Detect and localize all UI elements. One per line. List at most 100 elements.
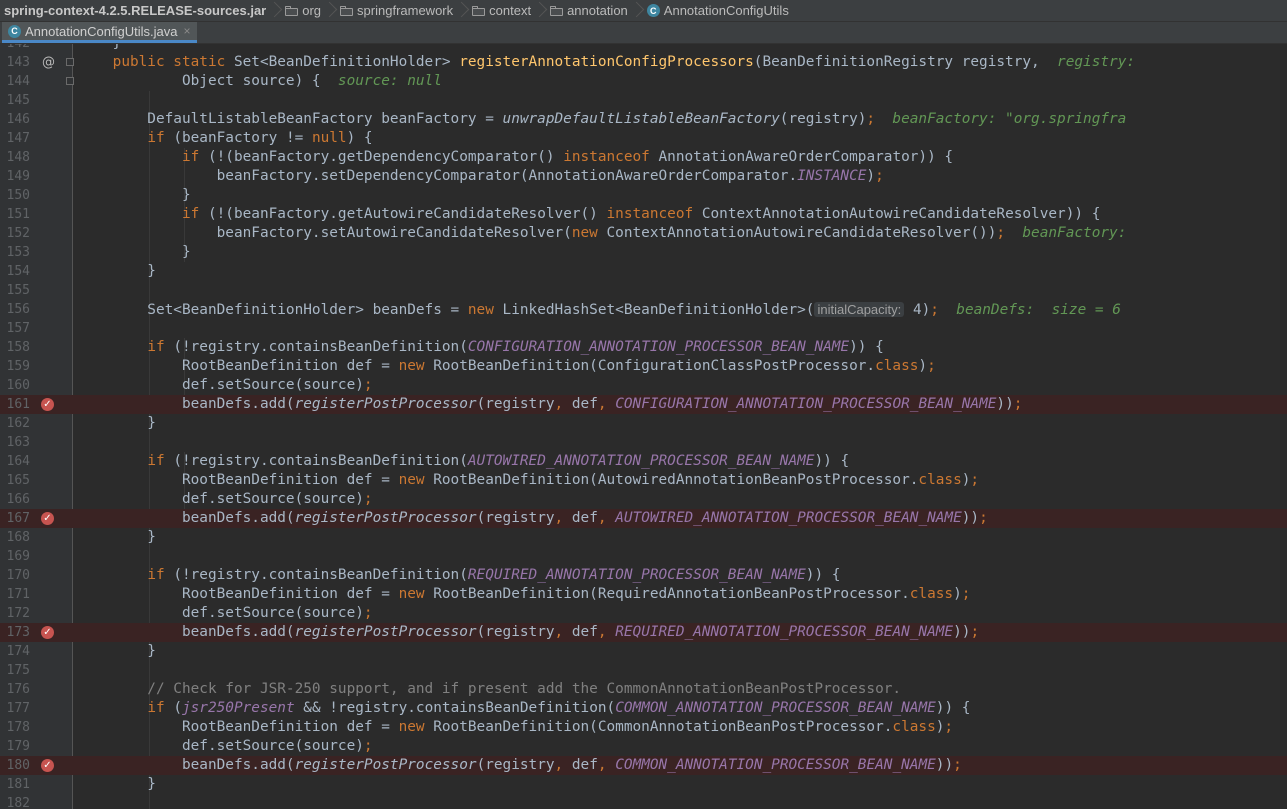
code-token: // Check for JSR-250 support, and if pre…: [78, 681, 902, 697]
line-number: 150: [6, 188, 30, 203]
gutter-cell[interactable]: [34, 775, 72, 794]
gutter-cell[interactable]: [34, 376, 72, 395]
code-line: 142 }: [0, 44, 1287, 53]
code-token: (BeanDefinitionRegistry registry,: [753, 54, 1058, 70]
line-number: 166: [6, 492, 30, 507]
gutter-cell[interactable]: [34, 756, 72, 775]
breadcrumb-separator: [536, 0, 544, 21]
line-number: 155: [6, 283, 30, 298]
code-line: 164 if (!registry.containsBeanDefinition…: [0, 452, 1287, 471]
breakpoint-icon[interactable]: [41, 756, 54, 775]
gutter-cell[interactable]: [34, 490, 72, 509]
code-token: }: [78, 415, 156, 431]
gutter-cell[interactable]: [34, 452, 72, 471]
code-token: unwrapDefaultListableBeanFactory: [502, 111, 780, 127]
gutter-cell[interactable]: [34, 243, 72, 262]
gutter-cell[interactable]: [34, 224, 72, 243]
code-token: AnnotationAwareOrderComparator)) {: [658, 149, 954, 165]
gutter-cell[interactable]: [34, 547, 72, 566]
gutter-cell[interactable]: [34, 528, 72, 547]
tab-annotationconfigutils[interactable]: C AnnotationConfigUtils.java ×: [2, 22, 197, 43]
editor-tab-bar: C AnnotationConfigUtils.java ×: [0, 22, 1287, 44]
code-token: new: [398, 586, 434, 602]
code-token: def: [571, 624, 598, 640]
gutter-cell[interactable]: [34, 148, 72, 167]
breadcrumb-context[interactable]: context: [466, 0, 533, 21]
gutter-cell[interactable]: [34, 91, 72, 110]
code-token: COMMON_ANNOTATION_PROCESSOR_BEAN_NAME: [615, 757, 936, 773]
line-number: 174: [6, 644, 30, 659]
code-token: RootBeanDefinition def =: [78, 719, 399, 735]
code-line: 154 }: [0, 262, 1287, 281]
code-line: 182: [0, 794, 1287, 809]
fold-marker-icon[interactable]: [66, 58, 74, 66]
code-token: ;: [970, 624, 980, 640]
gutter-cell[interactable]: [34, 623, 72, 642]
gutter-cell[interactable]: [34, 585, 72, 604]
breakpoint-icon[interactable]: [41, 623, 54, 642]
gutter-cell[interactable]: [34, 110, 72, 129]
gutter-cell[interactable]: [34, 167, 72, 186]
code-token: ,: [597, 624, 616, 640]
code-line: 174 }: [0, 642, 1287, 661]
gutter-cell[interactable]: @: [34, 53, 74, 72]
gutter-cell[interactable]: [34, 338, 72, 357]
gutter-cell[interactable]: [34, 357, 72, 376]
code-text: if (!registry.containsBeanDefinition(AUT…: [78, 452, 849, 471]
line-number: 143: [6, 55, 30, 70]
code-token: )) {: [935, 700, 971, 716]
gutter-cell[interactable]: [34, 604, 72, 623]
code-line: 166 def.setSource(source);: [0, 490, 1287, 509]
gutter-cell[interactable]: [34, 205, 72, 224]
gutter-cell[interactable]: [34, 471, 72, 490]
code-token: registerAnnotationConfigProcessors: [459, 54, 754, 70]
gutter-cell[interactable]: [34, 186, 72, 205]
class-icon: C: [646, 4, 660, 17]
gutter-cell[interactable]: [34, 509, 72, 528]
gutter-cell[interactable]: [34, 262, 72, 281]
gutter-cell[interactable]: [34, 642, 72, 661]
gutter-cell[interactable]: [34, 281, 72, 300]
code-text: beanDefs.add(registerPostProcessor(regis…: [78, 509, 988, 528]
code-text: RootBeanDefinition def = new RootBeanDef…: [78, 471, 979, 490]
line-number: 180: [6, 758, 30, 773]
gutter-cell[interactable]: [34, 699, 72, 718]
gutter-cell[interactable]: [34, 661, 72, 680]
fold-marker-icon[interactable]: [66, 77, 74, 85]
gutter-cell[interactable]: [34, 433, 72, 452]
breadcrumb-annotation[interactable]: annotation: [544, 0, 630, 21]
breadcrumb-class[interactable]: C AnnotationConfigUtils: [641, 0, 791, 21]
code-editor[interactable]: 142 } 143 @ public static Set<BeanDefiniti…: [0, 44, 1287, 809]
code-text: if (jsr250Present && !registry.containsB…: [78, 699, 970, 718]
breadcrumb-org[interactable]: org: [279, 0, 323, 21]
gutter-cell[interactable]: [34, 129, 72, 148]
line-number: 175: [6, 663, 30, 678]
gutter-cell[interactable]: [34, 718, 72, 737]
gutter-cell[interactable]: [34, 44, 72, 53]
gutter-cell[interactable]: [34, 414, 72, 433]
breadcrumb-springframework[interactable]: springframework: [334, 0, 455, 21]
close-icon[interactable]: ×: [183, 24, 190, 38]
code-token: ,: [554, 396, 572, 412]
gutter-cell[interactable]: [34, 680, 72, 699]
gutter-cell[interactable]: [34, 72, 74, 91]
override-marker-icon[interactable]: @: [42, 53, 55, 72]
code-token: Set<BeanDefinitionHolder> beanDefs =: [78, 302, 468, 318]
gutter-cell[interactable]: [34, 566, 72, 585]
code-text: if (!(beanFactory.getDependencyComparato…: [78, 148, 953, 167]
code-token: ,: [554, 757, 572, 773]
gutter-cell[interactable]: [34, 319, 72, 338]
breakpoint-icon[interactable]: [41, 395, 54, 414]
code-token: if: [147, 339, 174, 355]
code-line: 157: [0, 319, 1287, 338]
breadcrumb-label: org: [302, 3, 322, 18]
gutter-cell[interactable]: [34, 395, 72, 414]
gutter-cell[interactable]: [34, 794, 72, 809]
gutter-cell[interactable]: [34, 737, 72, 756]
gutter-cell[interactable]: [34, 300, 72, 319]
code-token: def: [571, 396, 598, 412]
breadcrumb-jar[interactable]: spring-context-4.2.5.RELEASE-sources.jar: [0, 0, 268, 21]
breakpoint-icon[interactable]: [41, 509, 54, 528]
code-text: beanFactory.setAutowireCandidateResolver…: [78, 224, 1127, 243]
